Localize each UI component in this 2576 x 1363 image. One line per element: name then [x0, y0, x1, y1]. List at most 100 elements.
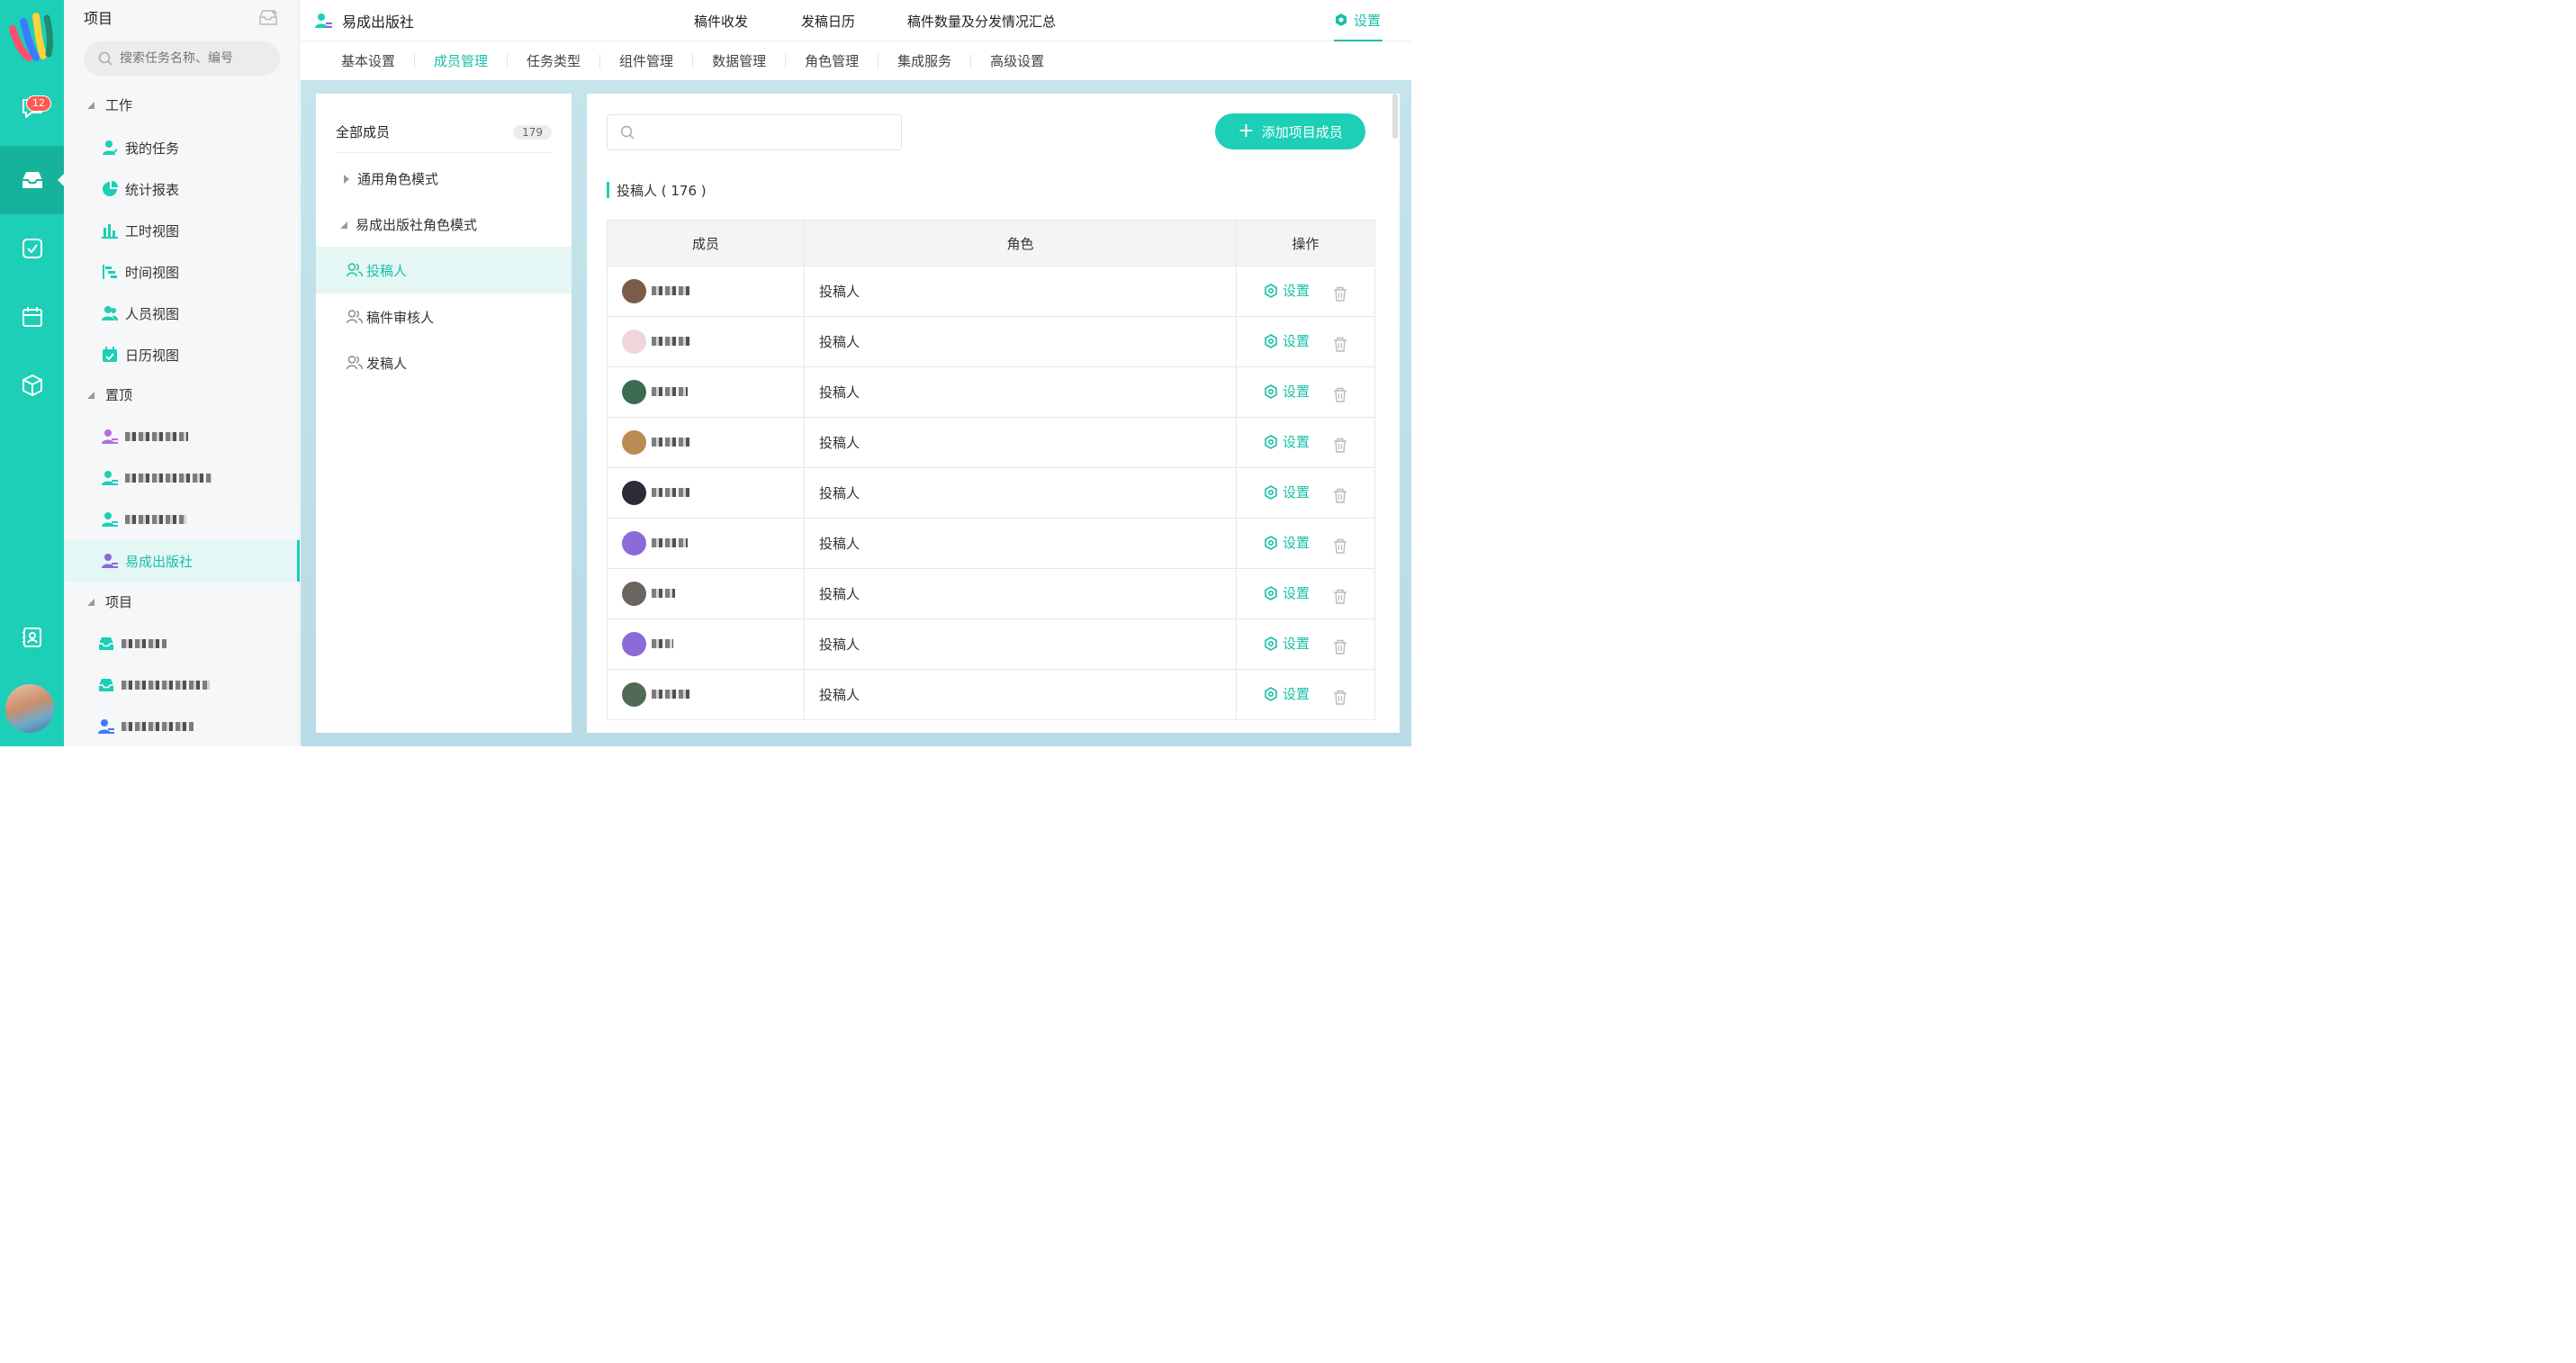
role-cell: 投稿人 [804, 568, 1237, 619]
menu-calendar[interactable]: 发稿日历 [801, 0, 855, 41]
member-settings-button[interactable]: 设置 [1264, 432, 1310, 451]
delete-member-button[interactable] [1333, 538, 1347, 554]
pinned-project-2[interactable] [64, 457, 300, 499]
member-settings-button[interactable]: 设置 [1264, 634, 1310, 653]
all-members-label: 全部成员 [336, 124, 391, 140]
role-publisher[interactable]: 发稿人 [316, 339, 572, 386]
delete-member-button[interactable] [1333, 589, 1347, 604]
group-publisher-roles[interactable]: 易成出版社角色模式 [339, 215, 477, 234]
nav-hours-view[interactable]: 工时视图 [64, 210, 300, 251]
table-header-row: 成员 角色 操作 [607, 220, 1375, 266]
section-projects[interactable]: 项目 [87, 592, 132, 611]
gear-icon [1265, 384, 1277, 399]
member-settings-button[interactable]: 设置 [1264, 382, 1310, 401]
delete-member-button[interactable] [1333, 639, 1347, 654]
role-cell: 投稿人 [804, 518, 1237, 569]
table-row: 投稿人 设置 [607, 568, 1375, 619]
task-search-input[interactable] [120, 51, 273, 66]
delete-member-button[interactable] [1333, 286, 1347, 302]
contacts-icon [22, 627, 41, 647]
member-avatar [622, 380, 646, 404]
member-settings-button[interactable]: 设置 [1264, 583, 1310, 602]
member-settings-button[interactable]: 设置 [1264, 281, 1310, 300]
inbox-icon [98, 636, 114, 652]
project-user-icon [315, 14, 332, 28]
pinned-project-3[interactable] [64, 499, 300, 540]
role-group-title: 投稿人 ( 176 ) [607, 182, 707, 199]
rail-projects[interactable] [0, 146, 64, 214]
nav-time-view[interactable]: 时间视图 [64, 251, 300, 293]
role-reviewer[interactable]: 稿件审核人 [316, 293, 572, 340]
member-avatar [622, 430, 646, 455]
section-projects-label: 项目 [105, 594, 133, 610]
tab-components[interactable]: 组件管理 [600, 53, 694, 68]
tab-data[interactable]: 数据管理 [693, 53, 787, 68]
settings-label: 设置 [1354, 12, 1382, 29]
table-row: 投稿人 设置 [607, 518, 1375, 569]
tab-roles[interactable]: 角色管理 [786, 53, 879, 68]
member-settings-button[interactable]: 设置 [1264, 483, 1310, 501]
menu-summary[interactable]: 稿件数量及分发情况汇总 [907, 0, 1056, 41]
delete-member-button[interactable] [1333, 488, 1347, 503]
project-item-3[interactable] [64, 706, 300, 747]
gantt-icon [102, 264, 118, 280]
nav-item-label: 人员视图 [125, 305, 180, 322]
members-scrollbar[interactable] [1392, 94, 1398, 139]
tab-integrations[interactable]: 集成服务 [878, 53, 972, 68]
nav-people-view[interactable]: 人员视图 [64, 293, 300, 334]
rail-components[interactable] [0, 351, 64, 420]
settings-tab[interactable]: 设置 [1334, 0, 1383, 41]
tab-members[interactable]: 成员管理 [415, 53, 509, 68]
nav-my-tasks[interactable]: 我的任务 [64, 127, 300, 168]
table-row: 投稿人 设置 [607, 618, 1375, 670]
blurred-project-name [122, 681, 210, 690]
add-member-button[interactable]: + 添加项目成员 [1215, 113, 1365, 149]
pinned-project-selected[interactable]: 易成出版社 [64, 540, 300, 582]
rail-tasks[interactable] [0, 214, 64, 283]
group-general-roles[interactable]: 通用角色模式 [343, 169, 438, 188]
cube-icon [22, 375, 42, 396]
member-settings-button[interactable]: 设置 [1264, 684, 1310, 703]
tab-task-types[interactable]: 任务类型 [508, 53, 601, 68]
rail-contacts[interactable] [0, 603, 64, 672]
menu-manuscripts[interactable]: 稿件收发 [694, 0, 748, 41]
role-contributor[interactable]: 投稿人 [316, 247, 572, 293]
member-settings-button[interactable]: 设置 [1264, 533, 1310, 552]
add-project-icon[interactable] [259, 8, 279, 26]
delete-member-button[interactable] [1333, 438, 1347, 453]
member-settings-button[interactable]: 设置 [1264, 331, 1310, 350]
delete-member-button[interactable] [1333, 387, 1347, 402]
task-search[interactable] [84, 41, 280, 76]
project-item-1[interactable] [64, 623, 300, 664]
member-cell [607, 316, 805, 367]
member-search[interactable] [607, 114, 902, 150]
tab-advanced[interactable]: 高级设置 [971, 54, 1063, 68]
project-item-2[interactable] [64, 664, 300, 706]
sidebar-title: 项目 [84, 10, 113, 27]
pinned-project-1[interactable] [64, 416, 300, 457]
pie-chart-icon [102, 181, 118, 197]
actions-cell: 设置 [1236, 266, 1375, 317]
role-label: 投稿人 [366, 262, 408, 279]
tab-basic[interactable]: 基本设置 [322, 53, 416, 68]
nav-statistics[interactable]: 统计报表 [64, 168, 300, 210]
gear-icon [1265, 535, 1277, 550]
project-user-icon [98, 718, 114, 735]
table-row: 投稿人 设置 [607, 467, 1375, 519]
member-search-input[interactable] [642, 125, 894, 140]
user-avatar[interactable] [5, 684, 54, 733]
nav-calendar-view[interactable]: 日历视图 [64, 334, 300, 375]
blurred-project-name [125, 515, 186, 524]
section-pinned[interactable]: 置顶 [87, 385, 132, 404]
role-cell: 投稿人 [804, 417, 1237, 468]
all-members[interactable]: 全部成员 179 [336, 112, 552, 153]
member-settings-label: 设置 [1283, 585, 1311, 602]
rail-calendar[interactable] [0, 283, 64, 351]
section-work[interactable]: 工作 [87, 95, 132, 114]
delete-member-button[interactable] [1333, 337, 1347, 352]
collapse-caret-icon [87, 101, 95, 109]
delete-member-button[interactable] [1333, 690, 1347, 705]
trash-icon [1334, 337, 1347, 352]
actions-cell: 设置 [1236, 366, 1375, 418]
member-cell [607, 618, 805, 670]
